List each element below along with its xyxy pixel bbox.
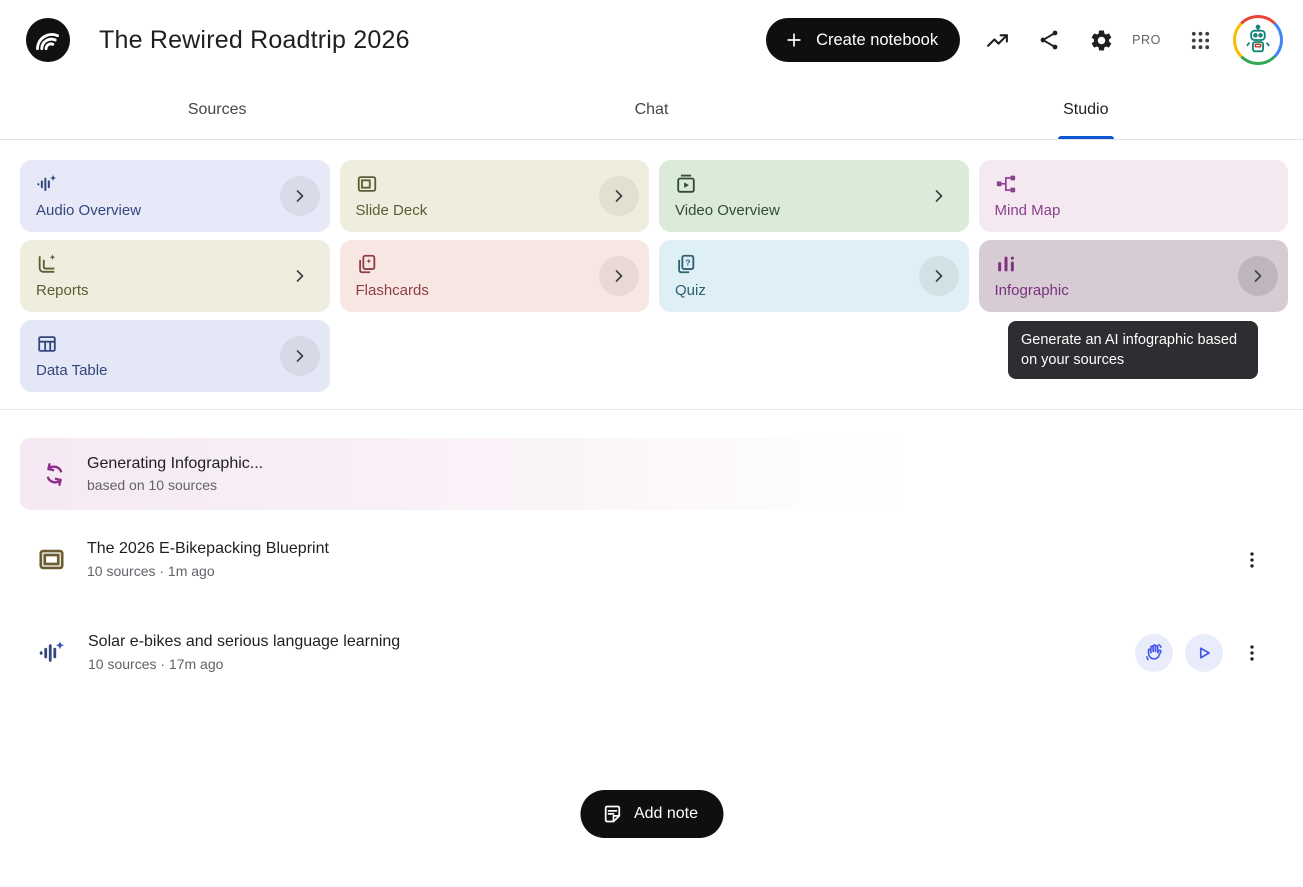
quiz-icon: ? bbox=[675, 253, 697, 275]
studio-card-label: Data Table bbox=[36, 363, 107, 378]
plus-icon bbox=[784, 30, 804, 50]
add-note-button[interactable]: Add note bbox=[580, 790, 723, 838]
generating-title: Generating Infographic... bbox=[87, 455, 263, 473]
slide-deck-icon bbox=[38, 546, 65, 573]
chevron-right-icon[interactable] bbox=[599, 176, 639, 216]
pro-badge: PRO bbox=[1132, 33, 1161, 47]
account-avatar[interactable] bbox=[1233, 15, 1283, 65]
infographic-icon bbox=[995, 253, 1017, 275]
play-button[interactable] bbox=[1185, 634, 1223, 672]
chevron-right-icon[interactable] bbox=[599, 256, 639, 296]
studio-card-audio-overview[interactable]: Audio Overview bbox=[20, 160, 330, 232]
studio-card-label: Slide Deck bbox=[356, 203, 428, 218]
studio-card-label: Mind Map bbox=[995, 203, 1061, 218]
studio-card-reports[interactable]: Reports bbox=[20, 240, 330, 312]
apps-grid-icon[interactable] bbox=[1177, 17, 1223, 63]
generating-text: Generating Infographic... based on 10 so… bbox=[87, 455, 263, 493]
tab-studio-label: Studio bbox=[1063, 101, 1108, 119]
slide-deck-icon bbox=[356, 173, 378, 195]
studio-card-label: Reports bbox=[36, 283, 89, 298]
flashcards-icon bbox=[356, 253, 378, 275]
settings-gear-icon[interactable] bbox=[1078, 17, 1124, 63]
studio-card-mind-map[interactable]: Mind Map bbox=[979, 160, 1289, 232]
tab-studio[interactable]: Studio bbox=[869, 80, 1303, 139]
studio-card-label: Quiz bbox=[675, 283, 706, 298]
artifact-text: Solar e-bikes and serious language learn… bbox=[88, 633, 400, 672]
note-icon bbox=[601, 803, 623, 825]
studio-card-data-table[interactable]: Data Table bbox=[20, 320, 330, 392]
video-overview-icon bbox=[675, 173, 697, 195]
more-options-icon[interactable] bbox=[1237, 634, 1267, 672]
studio-card-quiz[interactable]: ? Quiz bbox=[659, 240, 969, 312]
panel-tabs: Sources Chat Studio bbox=[0, 80, 1303, 140]
generating-infographic-item[interactable]: Generating Infographic... based on 10 so… bbox=[20, 438, 935, 510]
artifact-row-audio-overview[interactable]: Solar e-bikes and serious language learn… bbox=[0, 619, 1303, 686]
data-table-icon bbox=[36, 333, 58, 355]
top-bar: The Rewired Roadtrip 2026 Create noteboo… bbox=[0, 0, 1303, 80]
sync-spinner-icon bbox=[41, 461, 68, 488]
play-icon bbox=[1193, 642, 1215, 664]
tab-sources-label: Sources bbox=[188, 101, 247, 119]
tab-chat-label: Chat bbox=[635, 101, 669, 119]
artifact-meta: 10 sources · 1m ago bbox=[87, 563, 329, 579]
artifact-row-slide-deck[interactable]: The 2026 E-Bikepacking Blueprint 10 sour… bbox=[0, 526, 1303, 593]
create-notebook-label: Create notebook bbox=[816, 31, 938, 50]
studio-card-label: Flashcards bbox=[356, 283, 429, 298]
add-note-label: Add note bbox=[634, 805, 698, 823]
artifact-title: Solar e-bikes and serious language learn… bbox=[88, 633, 400, 651]
chevron-right-icon[interactable] bbox=[919, 176, 959, 216]
studio-card-label: Video Overview bbox=[675, 203, 780, 218]
analytics-trending-icon[interactable] bbox=[974, 17, 1020, 63]
tab-chat[interactable]: Chat bbox=[434, 80, 868, 139]
mind-map-icon bbox=[995, 173, 1017, 195]
infographic-tooltip: Generate an AI infographic based on your… bbox=[1008, 321, 1258, 379]
generating-subtitle: based on 10 sources bbox=[87, 477, 263, 493]
artifact-text: The 2026 E-Bikepacking Blueprint 10 sour… bbox=[87, 540, 329, 579]
robot-avatar-image bbox=[1236, 18, 1280, 62]
tab-sources[interactable]: Sources bbox=[0, 80, 434, 139]
chevron-right-icon[interactable] bbox=[280, 256, 320, 296]
studio-card-slide-deck[interactable]: Slide Deck bbox=[340, 160, 650, 232]
artifact-title: The 2026 E-Bikepacking Blueprint bbox=[87, 540, 329, 558]
waving-hand-icon bbox=[1143, 642, 1165, 664]
notebook-title[interactable]: The Rewired Roadtrip 2026 bbox=[99, 26, 410, 55]
create-notebook-button[interactable]: Create notebook bbox=[766, 18, 960, 62]
chevron-right-icon[interactable] bbox=[1238, 256, 1278, 296]
artifact-meta: 10 sources · 17m ago bbox=[88, 656, 400, 672]
studio-card-infographic[interactable]: Infographic bbox=[979, 240, 1289, 312]
studio-card-flashcards[interactable]: Flashcards bbox=[340, 240, 650, 312]
audio-waveform-sparkle-icon bbox=[38, 639, 66, 667]
share-icon[interactable] bbox=[1026, 17, 1072, 63]
report-sparkle-icon bbox=[36, 253, 58, 275]
svg-text:?: ? bbox=[685, 257, 690, 267]
studio-card-video-overview[interactable]: Video Overview bbox=[659, 160, 969, 232]
notebooklm-logo[interactable] bbox=[25, 17, 71, 63]
chevron-right-icon[interactable] bbox=[280, 176, 320, 216]
active-tab-underline bbox=[1058, 136, 1114, 139]
section-divider bbox=[0, 409, 1303, 410]
interactive-mode-button[interactable] bbox=[1135, 634, 1173, 672]
studio-card-label: Audio Overview bbox=[36, 203, 141, 218]
audio-waveform-sparkle-icon bbox=[36, 173, 58, 195]
more-options-icon[interactable] bbox=[1237, 541, 1267, 579]
studio-card-label: Infographic bbox=[995, 283, 1069, 298]
chevron-right-icon[interactable] bbox=[919, 256, 959, 296]
chevron-right-icon[interactable] bbox=[280, 336, 320, 376]
